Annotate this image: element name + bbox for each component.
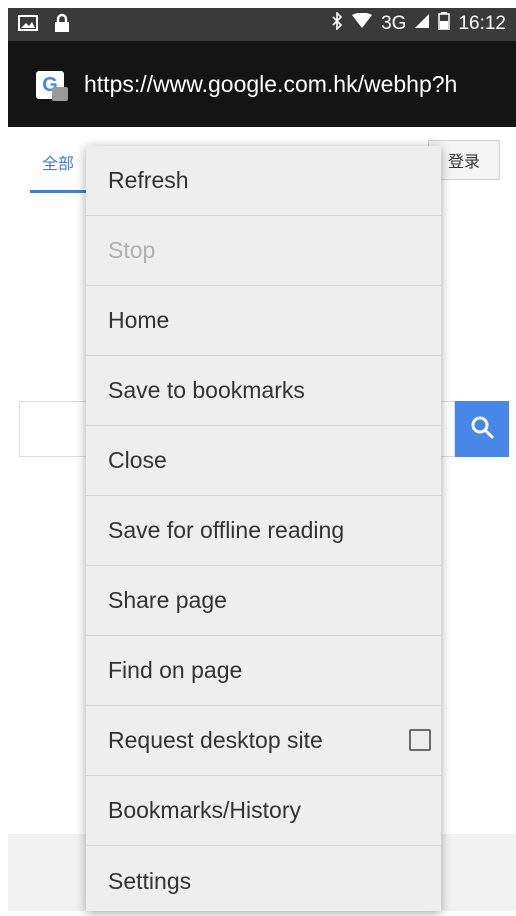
menu-item-label: Refresh xyxy=(108,167,189,193)
menu-item-save-to-bookmarks[interactable]: Save to bookmarks xyxy=(86,356,441,426)
lock-icon xyxy=(54,13,70,38)
network-type-label: 3G xyxy=(381,13,407,34)
search-icon xyxy=(470,415,494,444)
cell-signal-icon xyxy=(414,13,430,35)
menu-item-label: Save to bookmarks xyxy=(108,377,305,403)
menu-item-label: Close xyxy=(108,447,167,473)
security-lock-icon[interactable] xyxy=(52,87,68,101)
menu-item-settings[interactable]: Settings xyxy=(86,846,441,916)
tab-indicator xyxy=(30,190,90,193)
bluetooth-icon xyxy=(331,11,343,36)
menu-item-label: Share page xyxy=(108,587,227,613)
menu-item-share-page[interactable]: Share page xyxy=(86,566,441,636)
menu-item-label: Stop xyxy=(108,237,156,263)
wifi-icon xyxy=(351,12,373,35)
menu-item-bookmarks-history[interactable]: Bookmarks/History xyxy=(86,776,441,846)
menu-item-label: Settings xyxy=(108,867,192,894)
menu-item-label: Request desktop site xyxy=(108,727,323,753)
desktop-site-checkbox[interactable] xyxy=(409,729,431,751)
menu-item-refresh[interactable]: Refresh xyxy=(86,146,441,216)
menu-item-find-on-page[interactable]: Find on page xyxy=(86,636,441,706)
battery-icon xyxy=(438,12,451,36)
status-bar: 3G 16:12 xyxy=(8,8,516,41)
menu-item-home[interactable]: Home xyxy=(86,286,441,356)
menu-item-label: Save for offline reading xyxy=(108,517,345,543)
menu-item-request-desktop-site[interactable]: Request desktop site xyxy=(86,706,441,776)
menu-item-close[interactable]: Close xyxy=(86,426,441,496)
browser-overflow-menu: Refresh Stop Home Save to bookmarks Clos… xyxy=(86,146,441,911)
menu-item-stop: Stop xyxy=(86,216,441,286)
image-notification-icon xyxy=(18,14,38,37)
clock: 16:12 xyxy=(458,13,506,34)
search-button[interactable] xyxy=(455,401,509,457)
menu-item-save-offline[interactable]: Save for offline reading xyxy=(86,496,441,566)
url-bar[interactable]: G https://www.google.com.hk/webhp?h xyxy=(8,41,516,127)
url-text[interactable]: https://www.google.com.hk/webhp?h xyxy=(84,71,514,98)
menu-item-label: Bookmarks/History xyxy=(108,797,301,823)
menu-item-label: Find on page xyxy=(108,657,243,683)
menu-item-label: Home xyxy=(108,307,170,333)
tab-all[interactable]: 全部 xyxy=(42,150,74,174)
